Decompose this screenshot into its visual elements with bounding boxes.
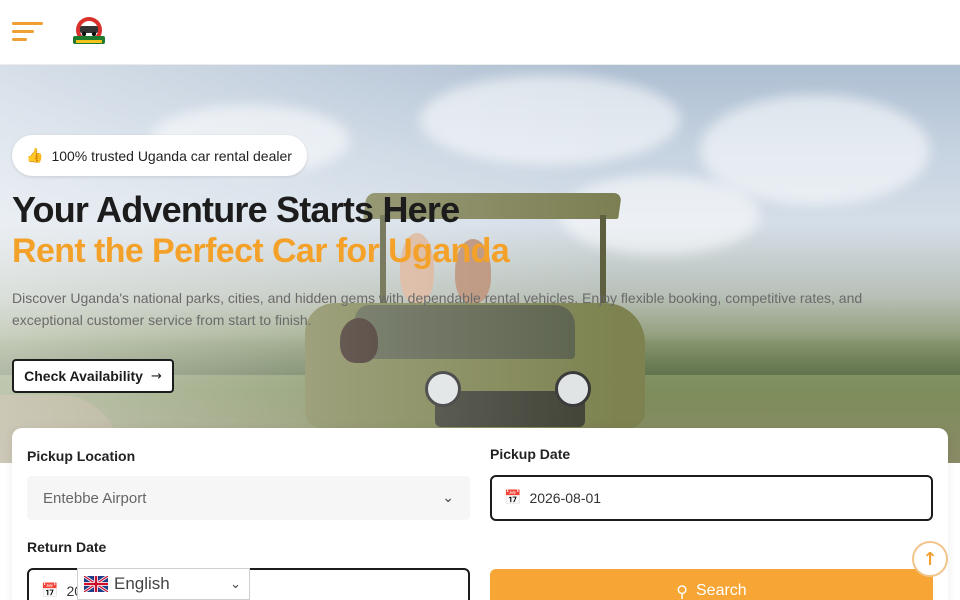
top-navbar [0,0,960,65]
chevron-down-icon: ⌄ [230,576,241,592]
pickup-location-value: Entebbe Airport [43,489,147,507]
uganda-car-rental-logo[interactable] [71,16,107,48]
arrow-right-icon: → [150,368,162,384]
search-icon: ⚲ [676,581,688,600]
search-button-label: Search [696,582,747,599]
hero-subtitle: Rent the Perfect Car for Uganda [12,232,510,270]
thumbs-up-icon: 👍 [26,147,44,164]
hero-title: Your Adventure Starts Here [12,189,460,230]
hamburger-menu-icon[interactable] [12,21,44,43]
arrow-up-icon: ↑ [922,548,938,570]
pickup-date-input[interactable]: 📅 2026-08-01 [490,475,933,521]
search-button[interactable]: ⚲ Search [490,569,933,600]
language-selected: English [114,574,170,593]
calendar-icon: 📅 [41,583,59,599]
uk-flag-icon [84,576,108,592]
pickup-date-label: Pickup Date [490,446,571,462]
check-availability-button[interactable]: Check Availability → [12,359,174,393]
hero-description: Discover Uganda's national parks, cities… [12,290,863,328]
language-selector[interactable]: English ⌄ [77,568,250,600]
check-availability-label: Check Availability [24,368,143,384]
trust-badge-text: 100% trusted Uganda car rental dealer [51,147,292,164]
pickup-location-select[interactable]: Entebbe Airport ⌄ [27,476,470,520]
calendar-icon: 📅 [504,490,522,506]
pickup-date-value: 2026-08-01 [529,490,602,506]
chevron-down-icon: ⌄ [442,490,454,506]
trust-badge: 👍 100% trusted Uganda car rental dealer [12,135,307,176]
scroll-to-top-button[interactable]: ↑ [912,541,948,577]
return-date-label: Return Date [27,539,107,555]
pickup-location-label: Pickup Location [27,448,136,464]
